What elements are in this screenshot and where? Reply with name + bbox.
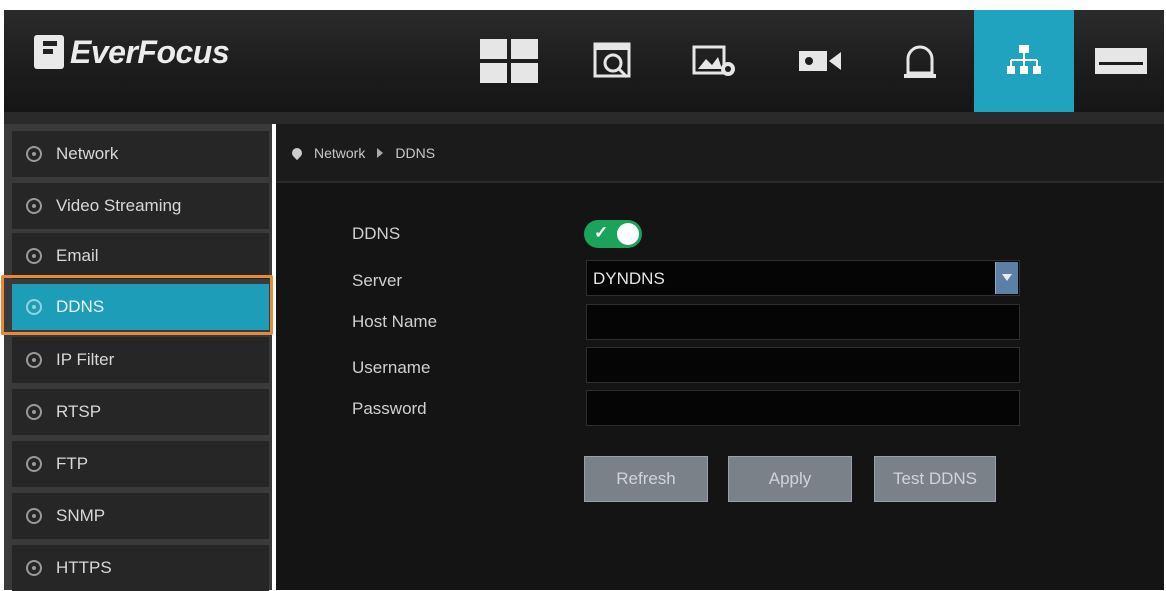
sidebar-item-video-streaming[interactable]: Video Streaming	[12, 183, 269, 229]
main-panel: Network DDNS DDNS ✓ Server DYNDNS Host N…	[276, 124, 1164, 590]
password-field[interactable]	[586, 390, 1020, 426]
sidebar-item-rtsp[interactable]: RTSP	[12, 389, 269, 435]
sidebar-item-network[interactable]: Network	[12, 131, 269, 177]
breadcrumb: Network DDNS	[276, 124, 1164, 183]
host-name-field[interactable]	[586, 304, 1020, 340]
username-label: Username	[352, 358, 431, 377]
password-label: Password	[352, 399, 427, 418]
gear-icon	[26, 456, 42, 472]
alarm-bell-icon[interactable]	[870, 10, 970, 112]
ddns-toggle[interactable]: ✓	[584, 220, 642, 248]
logo-mark	[34, 35, 64, 69]
chevron-down-icon[interactable]	[995, 262, 1018, 294]
gear-icon	[26, 352, 42, 368]
username-field[interactable]	[586, 347, 1020, 383]
separator-bar	[4, 112, 1164, 124]
camera-icon[interactable]	[770, 10, 870, 112]
breadcrumb-parent[interactable]: Network	[314, 145, 365, 161]
test-ddns-button[interactable]: Test DDNS	[874, 456, 996, 502]
location-pin-icon	[289, 145, 305, 160]
ddns-label: DDNS	[352, 224, 401, 243]
sidebar-item-label: RTSP	[56, 402, 102, 421]
brand-name: EverFocus	[70, 33, 230, 70]
sidebar-item-https[interactable]: HTTPS	[12, 545, 269, 591]
sidebar-item-ip-filter[interactable]: IP Filter	[12, 337, 269, 383]
gear-icon	[26, 560, 42, 576]
playback-search-icon[interactable]	[564, 10, 664, 112]
sidebar-item-label: Video Streaming	[56, 196, 182, 215]
sidebar-item-label: SNMP	[56, 506, 106, 525]
layout-grid-icon[interactable]	[459, 10, 559, 112]
sidebar-item-snmp[interactable]: SNMP	[12, 493, 269, 539]
chevron-right-icon	[377, 147, 384, 158]
sidebar-item-label: Email	[56, 246, 99, 265]
brand-logo: EverFocus	[34, 30, 230, 74]
top-bar: EverFocus	[4, 10, 1164, 112]
host-name-label: Host Name	[352, 312, 438, 331]
toggle-knob	[617, 223, 639, 245]
sidebar-item-ftp[interactable]: FTP	[12, 441, 269, 487]
server-value: DYNDNS	[593, 269, 665, 288]
gear-icon	[26, 198, 42, 214]
sidebar-item-email[interactable]: Email	[12, 233, 269, 279]
server-select[interactable]: DYNDNS	[586, 260, 1020, 296]
sidebar-item-label: HTTPS	[56, 558, 112, 577]
hdd-icon[interactable]	[1078, 10, 1164, 112]
check-icon: ✓	[594, 223, 609, 242]
network-icon[interactable]	[974, 10, 1074, 112]
gear-icon	[26, 404, 42, 420]
app-window: EverFocus Network Video Streaming Email …	[0, 0, 1166, 591]
sidebar: Network Video Streaming Email DDNS IP Fi…	[4, 124, 272, 591]
selection-highlight	[1, 275, 273, 335]
gear-icon	[26, 248, 42, 264]
sidebar-item-label: IP Filter	[56, 350, 115, 369]
sidebar-item-label: FTP	[56, 454, 89, 473]
gear-icon	[26, 146, 42, 162]
gear-icon	[26, 508, 42, 524]
breadcrumb-current: DDNS	[395, 144, 436, 161]
sidebar-item-label: Network	[56, 144, 119, 163]
image-settings-icon[interactable]	[665, 10, 765, 112]
refresh-button[interactable]: Refresh	[584, 456, 708, 502]
server-label: Server	[352, 271, 403, 290]
apply-button[interactable]: Apply	[728, 456, 852, 502]
